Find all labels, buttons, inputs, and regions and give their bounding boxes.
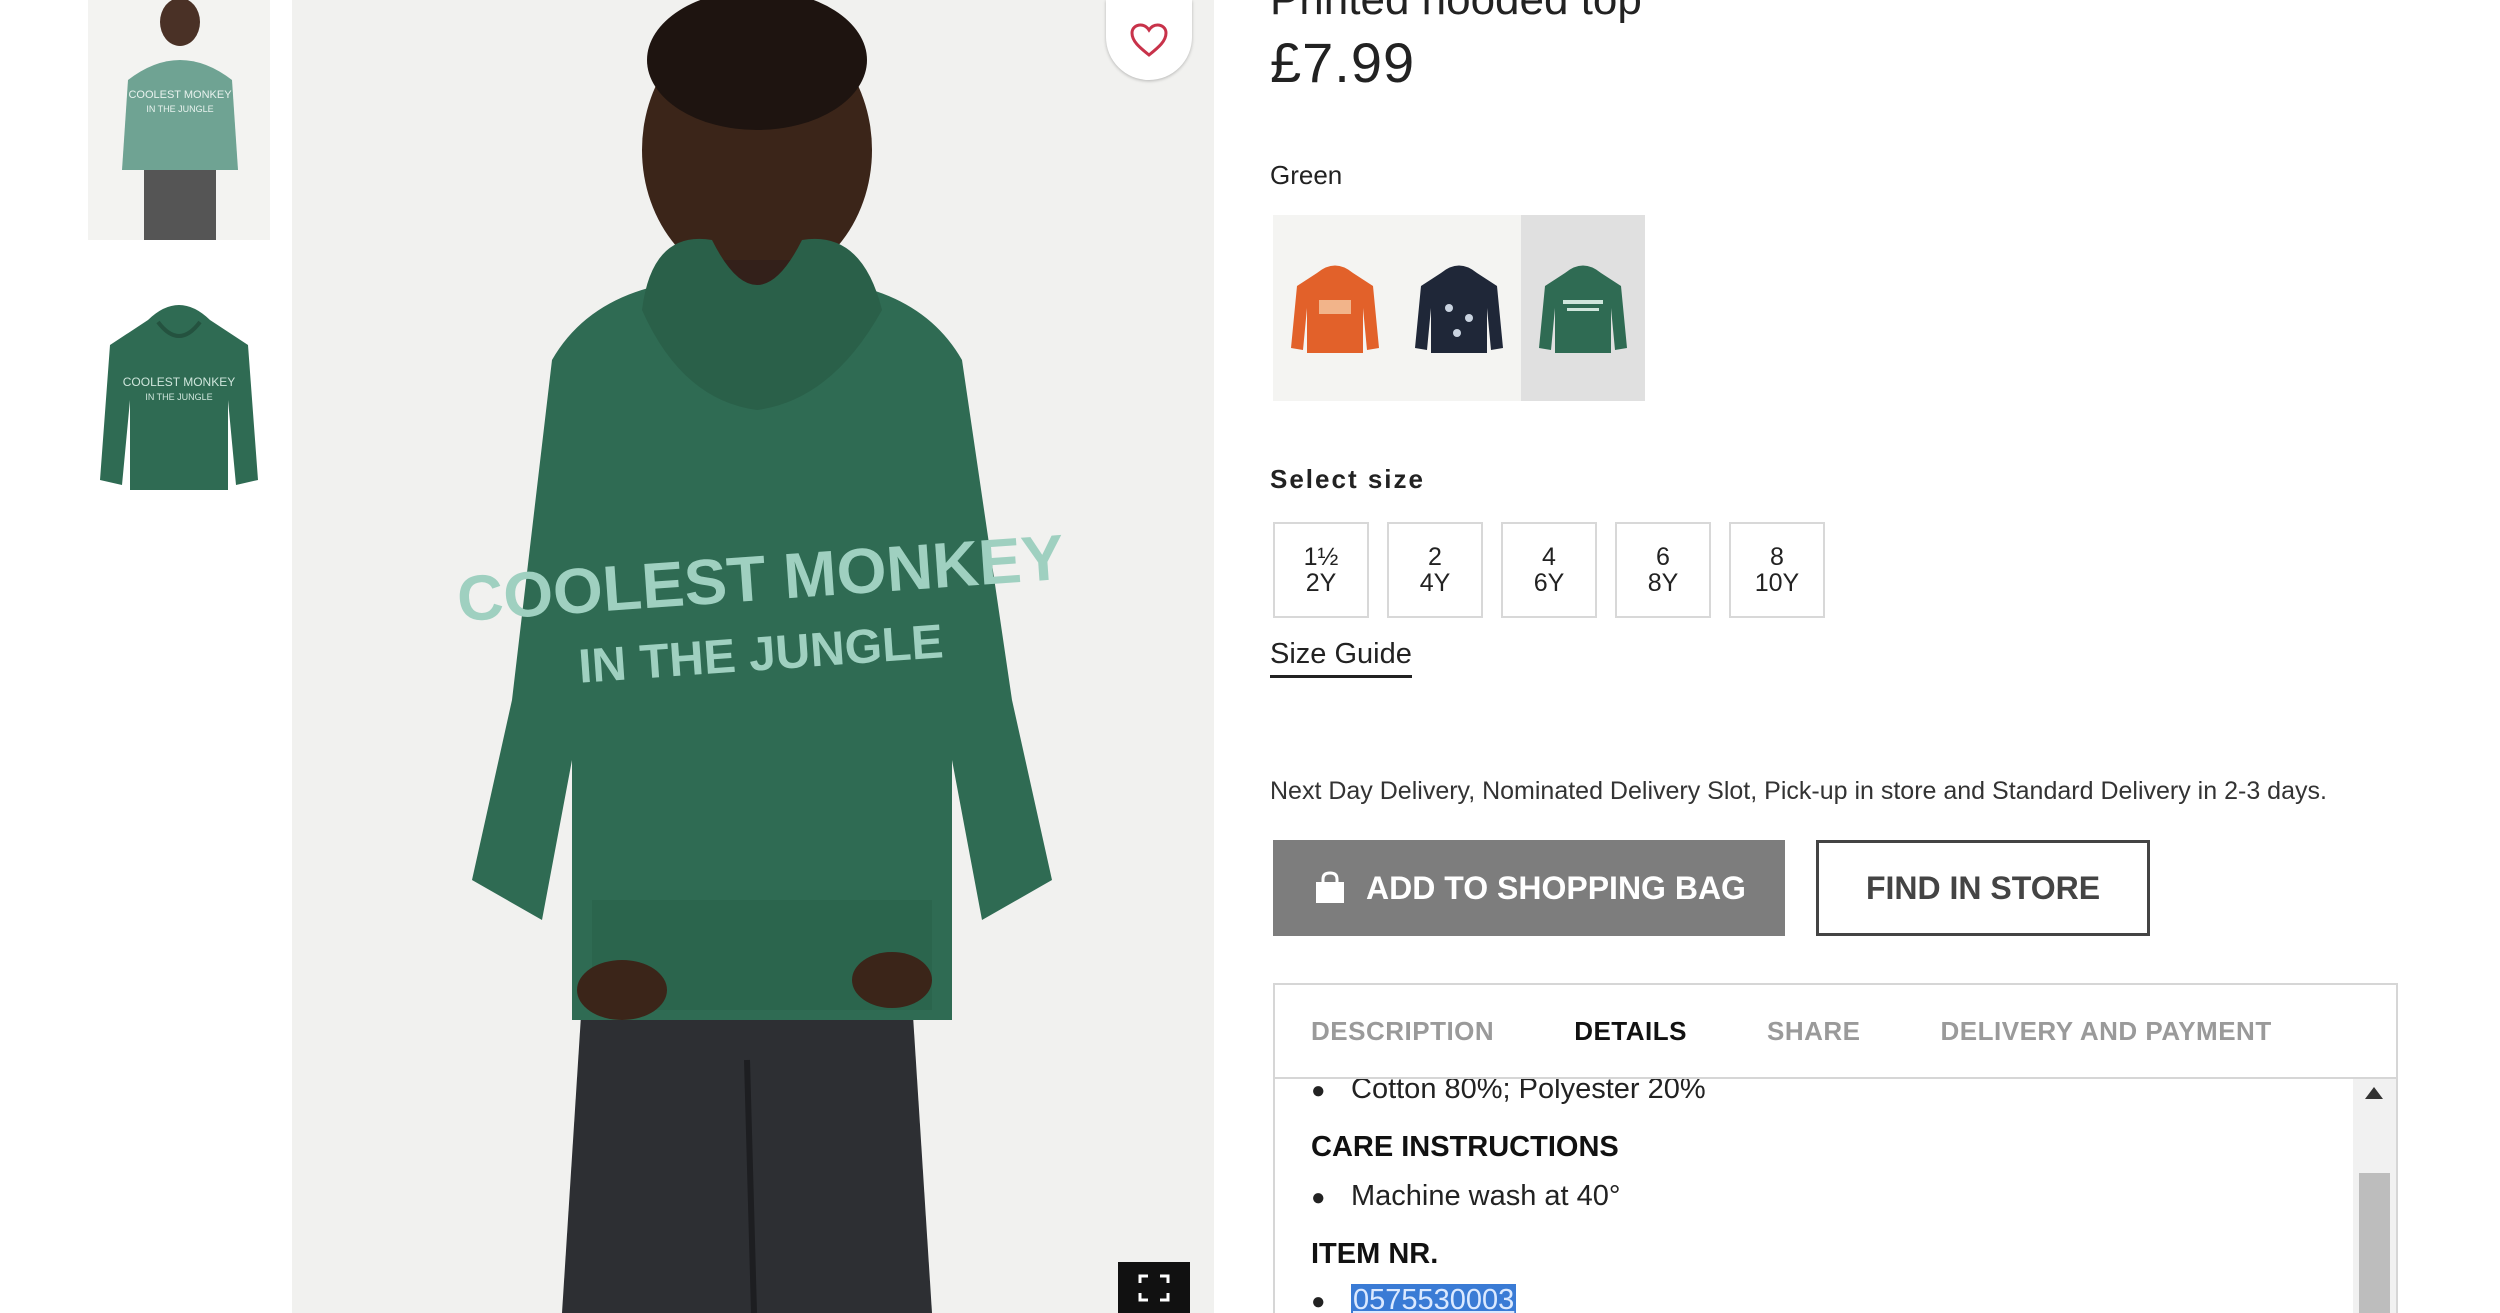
composition-text: Cotton 80%; Polyester 20% xyxy=(1351,1079,1706,1105)
add-to-bag-button[interactable]: ADD TO SHOPPING BAG xyxy=(1273,840,1785,936)
size-age-range: 1½ xyxy=(1303,542,1339,571)
details-scrollbar[interactable] xyxy=(2353,1079,2396,1313)
size-option[interactable]: 2 4Y xyxy=(1387,522,1483,618)
size-age-range: 4 xyxy=(1542,542,1556,571)
size-age-years: 8Y xyxy=(1647,569,1679,597)
size-options: 1½ 2Y 2 4Y 4 6Y 6 8Y 8 10Y xyxy=(1273,522,1825,618)
tab-description[interactable]: DESCRIPTION xyxy=(1311,1016,1494,1047)
size-option[interactable]: 6 8Y xyxy=(1615,522,1711,618)
tab-details[interactable]: DETAILS xyxy=(1574,1016,1687,1047)
bullet: ● xyxy=(1311,1288,1326,1313)
size-option[interactable]: 4 6Y xyxy=(1501,522,1597,618)
svg-text:COOLEST MONKEY: COOLEST MONKEY xyxy=(123,375,235,389)
product-title: Printed hooded top xyxy=(1270,0,1642,27)
size-age-years: 6Y xyxy=(1533,569,1565,597)
swatch-orange[interactable] xyxy=(1273,215,1397,401)
delivery-note: Next Day Delivery, Nominated Delivery Sl… xyxy=(1270,777,2327,805)
thumbnail-product-image: COOLEST MONKEY IN THE JUNGLE xyxy=(100,305,258,490)
product-info-panel: DESCRIPTION DETAILS SHARE DELIVERY AND P… xyxy=(1273,983,2398,1313)
svg-text:IN THE JUNGLE: IN THE JUNGLE xyxy=(145,392,212,402)
size-option[interactable]: 1½ 2Y xyxy=(1273,522,1369,618)
select-size-label: Select size xyxy=(1270,464,1425,494)
caret-up-icon[interactable] xyxy=(2365,1087,2383,1099)
bullet: ● xyxy=(1311,1079,1326,1104)
care-text: Machine wash at 40° xyxy=(1351,1180,1621,1212)
size-age-range: 8 xyxy=(1770,542,1784,571)
add-to-bag-label: ADD TO SHOPPING BAG xyxy=(1366,869,1746,906)
navy-hoodie-image xyxy=(1415,265,1503,353)
thumbnail-model[interactable]: COOLEST MONKEY IN THE JUNGLE xyxy=(88,0,270,240)
size-age-range: 2 xyxy=(1428,542,1442,571)
info-tabs: DESCRIPTION DETAILS SHARE DELIVERY AND P… xyxy=(1275,985,2396,1079)
size-option[interactable]: 8 10Y xyxy=(1729,522,1825,618)
find-in-store-button[interactable]: FIND IN STORE xyxy=(1816,840,2150,936)
expand-icon xyxy=(1138,1274,1170,1301)
shopping-bag-icon xyxy=(1316,871,1345,903)
composition-item: ● Cotton 80%; Polyester 20% xyxy=(1311,1079,1706,1106)
expand-image-button[interactable] xyxy=(1118,1262,1190,1313)
green-hoodie-image xyxy=(1539,265,1627,353)
swatch-navy[interactable] xyxy=(1397,215,1521,401)
size-age-years: 4Y xyxy=(1419,569,1451,597)
item-number-value[interactable]: 0575530003 xyxy=(1351,1284,1517,1313)
thumbnail-product[interactable]: COOLEST MONKEY IN THE JUNGLE xyxy=(88,290,270,500)
tab-delivery-payment[interactable]: DELIVERY AND PAYMENT xyxy=(1941,1016,2272,1047)
swatch-green[interactable] xyxy=(1521,215,1645,401)
item-number-heading: ITEM NR. xyxy=(1311,1238,1439,1270)
bullet: ● xyxy=(1311,1184,1326,1211)
selected-color-label: Green xyxy=(1270,160,1343,190)
heart-icon xyxy=(1130,23,1168,57)
main-product-image: COOLEST MONKEY IN THE JUNGLE xyxy=(292,0,1214,1313)
svg-text:IN THE JUNGLE: IN THE JUNGLE xyxy=(146,104,213,114)
thumbnail-model-image: COOLEST MONKEY IN THE JUNGLE xyxy=(88,0,270,240)
size-age-range: 6 xyxy=(1656,542,1670,571)
size-age-years: 2Y xyxy=(1305,569,1337,597)
item-number-item: ● 0575530003 xyxy=(1311,1284,1517,1313)
details-content: ● Cotton 80%; Polyester 20% CARE INSTRUCT… xyxy=(1275,1079,2353,1313)
care-item: ● Machine wash at 40° xyxy=(1311,1180,1621,1213)
svg-text:COOLEST MONKEY: COOLEST MONKEY xyxy=(128,89,232,101)
orange-hoodie-image xyxy=(1291,265,1379,353)
color-swatches xyxy=(1273,215,1645,401)
product-price: £7.99 xyxy=(1270,31,1416,94)
care-instructions-heading: CARE INSTRUCTIONS xyxy=(1311,1131,1619,1163)
size-guide-link[interactable]: Size Guide xyxy=(1270,638,1412,678)
scrollbar-thumb[interactable] xyxy=(2359,1173,2390,1313)
size-age-years: 10Y xyxy=(1754,569,1800,597)
tab-share[interactable]: SHARE xyxy=(1767,1016,1861,1047)
